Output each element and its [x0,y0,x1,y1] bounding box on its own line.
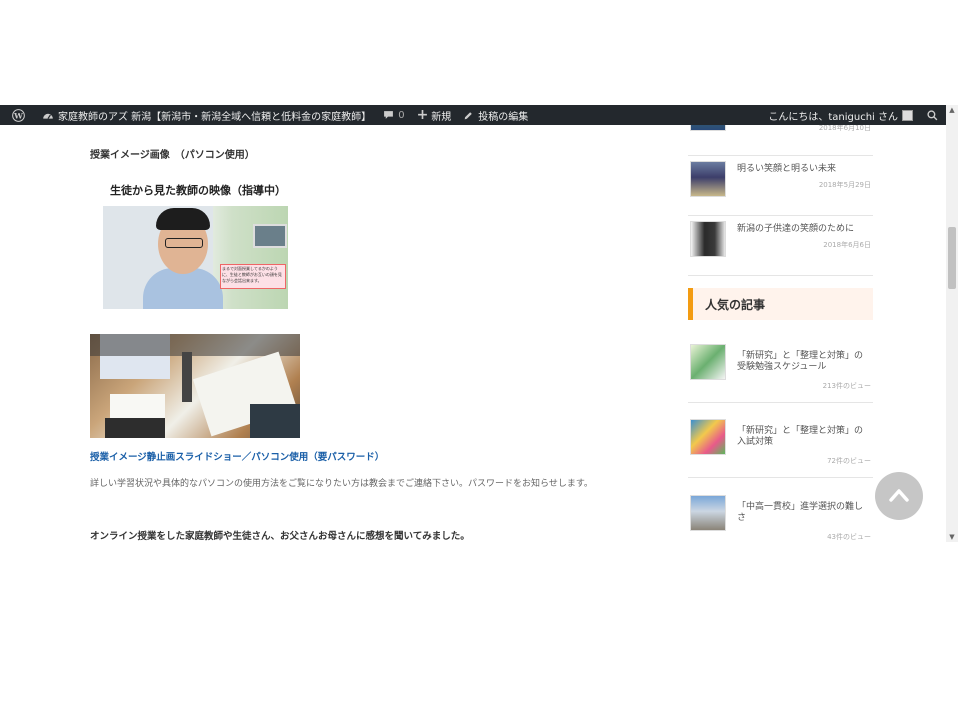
plus-icon: + [416,107,429,123]
edit-post-label: 投稿の編集 [478,111,529,123]
wordpress-logo-icon[interactable]: W [0,105,36,125]
recent-post-item[interactable]: 新潟の子供達の笑顔のために 2018年6月6日 [688,215,873,276]
site-name-label: 家庭教師のアズ 新潟【新潟市・新潟全域へ信頼と低料金の家庭教師】 [58,111,372,123]
post-date: 2018年6月10日 [818,125,871,132]
popular-posts-heading: 人気の記事 [688,288,873,320]
pencil-icon [464,111,473,119]
page-viewport: 授業イメージ画像 （パソコン使用） 生徒から見た教師の映像（指導中） まるで対面… [0,125,946,542]
speech-bubble: まるで対面授業してるかのように、生徒と教師がお互いの顔を見ながら会話出来ます。 [220,264,286,289]
scrollbar[interactable]: ▲ ▼ [946,105,958,542]
slideshow-link[interactable]: 授業イメージ静止画スライドショー／パソコン使用（要パスワード） [90,449,384,463]
comments-count: 0 [398,109,405,121]
site-name-link[interactable]: 家庭教師のアズ 新潟【新潟市・新潟全域へ信頼と低料金の家庭教師】 [36,105,377,125]
post-title-link[interactable]: 明るい笑顔と明るい未来 [737,164,867,175]
post-views: 43件のビュー [827,533,871,541]
post-thumbnail[interactable] [690,221,726,257]
post-thumbnail[interactable] [690,344,726,380]
post-title-link[interactable]: 「新研究」と「整理と対策」の受験勉強スケジュール [737,351,867,373]
description-text: 詳しい学習状況や具体的なパソコンの使用方法をご覧になりたい方は教会までご連絡下さ… [90,479,593,489]
post-thumbnail[interactable] [690,161,726,197]
image1-caption: 生徒から見た教師の映像（指導中） [110,184,286,197]
back-to-top-button[interactable] [875,472,923,520]
post-thumbnail[interactable] [690,125,726,131]
teacher-video-image: まるで対面授業してるかのように、生徒と教師がお互いの顔を見ながら会話出来ます。 [103,206,288,309]
recent-post-item[interactable]: 2018年6月10日 [688,125,873,156]
avatar [902,109,913,121]
admin-bar: W 家庭教師のアズ 新潟【新潟市・新潟全域へ信頼と低料金の家庭教師】 0 + 新… [0,105,946,125]
post-thumbnail[interactable] [690,419,726,455]
post-date: 2018年5月29日 [818,181,871,189]
popular-posts-title: 人気の記事 [705,298,766,312]
scroll-up-arrow-icon[interactable]: ▲ [946,105,958,115]
chevron-up-icon [889,489,909,502]
post-views: 72件のビュー [827,457,871,465]
comment-icon [384,111,394,119]
popular-post-item[interactable]: 「新研究」と「整理と対策」の入試対策 72件のビュー [688,415,873,478]
post-thumbnail[interactable] [690,495,726,531]
scroll-thumb[interactable] [948,227,956,289]
svg-text:W: W [13,111,23,120]
post-title-link[interactable]: 新潟の子供達の笑顔のために [737,224,867,235]
popular-post-item[interactable]: 「中高一貫校」進学選択の難しさ 43件のビュー [688,491,873,542]
post-date: 2018年6月6日 [823,241,871,249]
popular-post-item[interactable]: 「新研究」と「整理と対策」の受験勉強スケジュール 213件のビュー [688,340,873,403]
search-icon [927,109,938,120]
post-views: 213件のビュー [822,382,871,390]
recent-post-item[interactable]: 明るい笑顔と明るい未来 2018年5月29日 [688,155,873,216]
lesson-image-heading: 授業イメージ画像 （パソコン使用） [90,150,255,161]
comments-link[interactable]: 0 [377,105,410,125]
dashboard-icon [43,113,53,119]
scroll-down-arrow-icon[interactable]: ▼ [946,532,958,542]
classroom-photo-image [90,334,300,438]
search-button[interactable] [919,105,946,125]
post-title-link[interactable]: 「中高一貫校」進学選択の難しさ [737,502,867,524]
my-account-link[interactable]: こんにちは、taniguchi さん [762,105,919,125]
new-content-link[interactable]: + 新規 [411,105,458,125]
greeting-text: こんにちは、taniguchi さん [768,111,898,123]
post-title-link[interactable]: 「新研究」と「整理と対策」の入試対策 [737,426,867,448]
new-label: 新規 [431,111,452,123]
edit-post-link[interactable]: 投稿の編集 [457,105,534,125]
interview-heading: オンライン授業をした家庭教師や生徒さん、お父さんお母さんに感想を聞いてみました。 [90,531,470,542]
